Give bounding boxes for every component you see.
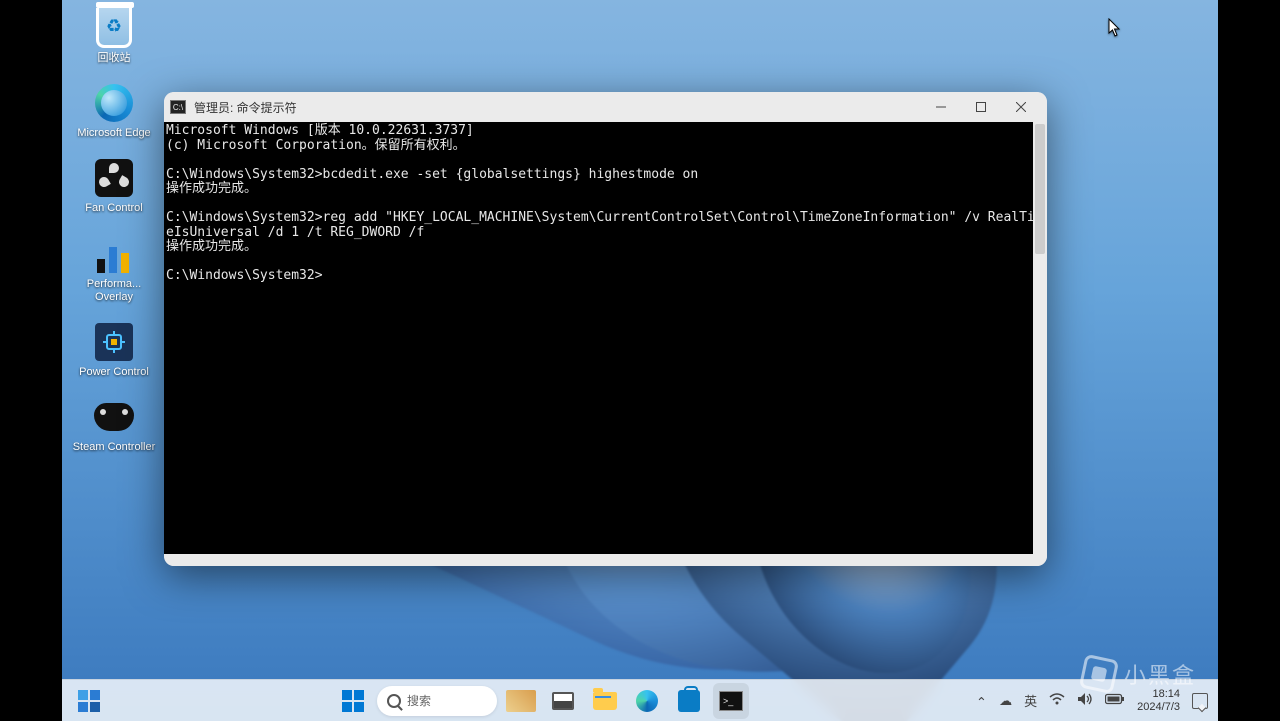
fan-icon bbox=[95, 159, 133, 197]
start-button[interactable] bbox=[335, 683, 371, 719]
cmd-titlebar[interactable]: C:\ 管理员: 命令提示符 bbox=[164, 92, 1047, 122]
cmd-scrollbar[interactable] bbox=[1033, 122, 1047, 554]
minimize-button[interactable] bbox=[921, 92, 961, 122]
battery-icon[interactable] bbox=[1105, 693, 1125, 708]
watermark-text: 小黑盒 bbox=[1124, 658, 1196, 690]
edge-icon bbox=[95, 84, 133, 122]
desktop-icon-label: Power Control bbox=[72, 366, 156, 379]
volume-icon[interactable] bbox=[1077, 692, 1093, 709]
close-button[interactable] bbox=[1001, 92, 1041, 122]
wifi-icon[interactable] bbox=[1049, 693, 1065, 708]
mouse-cursor bbox=[1108, 18, 1122, 38]
desktop-icon-edge[interactable]: Microsoft Edge bbox=[72, 83, 156, 140]
cmd-window-footer bbox=[164, 554, 1047, 566]
cmd-terminal-output[interactable]: Microsoft Windows [版本 10.0.22631.3737] (… bbox=[164, 122, 1047, 554]
cmd-icon: C:\ bbox=[170, 100, 186, 114]
gamepad-icon bbox=[94, 403, 134, 431]
watermark: 小黑盒 bbox=[1082, 657, 1196, 691]
desktop-icon-label: Fan Control bbox=[72, 202, 156, 215]
ime-indicator[interactable]: 英 bbox=[1024, 691, 1037, 710]
art-thumbnail-icon bbox=[506, 690, 536, 712]
task-view-icon bbox=[552, 692, 574, 710]
store-icon bbox=[678, 690, 700, 712]
cmd-icon: >_ bbox=[719, 691, 743, 711]
taskbar: 搜索 >_ ⌄ ☁ 英 bbox=[62, 679, 1218, 721]
recycle-bin-icon: ♻ bbox=[96, 8, 132, 48]
desktop-screen: ♻ 回收站 Microsoft Edge Fan Control bbox=[62, 0, 1218, 721]
taskbar-search[interactable]: 搜索 bbox=[377, 686, 497, 716]
desktop-icon-power-control[interactable]: Power Control bbox=[72, 322, 156, 379]
widgets-button[interactable] bbox=[71, 683, 107, 719]
desktop-icon-steam-controller[interactable]: Steam Controller bbox=[72, 397, 156, 454]
edge-icon bbox=[636, 690, 658, 712]
bar-chart-icon bbox=[95, 235, 133, 273]
desktop-icon-recycle-bin[interactable]: ♻ 回收站 bbox=[72, 8, 156, 65]
widgets-icon bbox=[78, 690, 100, 712]
desktop-icon-fan-control[interactable]: Fan Control bbox=[72, 158, 156, 215]
tray-overflow-button[interactable]: ⌄ bbox=[976, 693, 987, 709]
taskbar-explorer[interactable] bbox=[587, 683, 623, 719]
folder-icon bbox=[593, 692, 617, 710]
desktop-icons-column: ♻ 回收站 Microsoft Edge Fan Control bbox=[72, 8, 156, 472]
letterbox: ♻ 回收站 Microsoft Edge Fan Control bbox=[0, 0, 1280, 721]
taskbar-art-item[interactable] bbox=[503, 683, 539, 719]
desktop-icon-label: 回收站 bbox=[72, 52, 156, 65]
cmd-window[interactable]: C:\ 管理员: 命令提示符 Microsoft Windows [版本 10.… bbox=[164, 92, 1047, 566]
watermark-logo-icon bbox=[1079, 654, 1119, 694]
taskbar-cmd[interactable]: >_ bbox=[713, 683, 749, 719]
windows-logo-icon bbox=[342, 690, 364, 712]
taskbar-store[interactable] bbox=[671, 683, 707, 719]
desktop-icon-performance-overlay[interactable]: Performa... Overlay bbox=[72, 234, 156, 304]
clock-date: 2024/7/3 bbox=[1137, 701, 1180, 713]
cmd-title: 管理员: 命令提示符 bbox=[194, 99, 297, 116]
cmd-scrollbar-thumb[interactable] bbox=[1035, 124, 1045, 254]
maximize-button[interactable] bbox=[961, 92, 1001, 122]
notifications-button[interactable] bbox=[1192, 693, 1208, 709]
taskbar-clock[interactable]: 18:14 2024/7/3 bbox=[1137, 688, 1180, 712]
search-placeholder: 搜索 bbox=[407, 692, 431, 709]
cpu-icon bbox=[95, 323, 133, 361]
search-icon bbox=[387, 694, 401, 708]
desktop-icon-label: Microsoft Edge bbox=[72, 127, 156, 140]
task-view-button[interactable] bbox=[545, 683, 581, 719]
taskbar-edge[interactable] bbox=[629, 683, 665, 719]
onedrive-icon[interactable]: ☁ bbox=[999, 693, 1012, 709]
desktop-icon-label: Performa... Overlay bbox=[72, 278, 156, 304]
desktop-icon-label: Steam Controller bbox=[72, 441, 156, 454]
